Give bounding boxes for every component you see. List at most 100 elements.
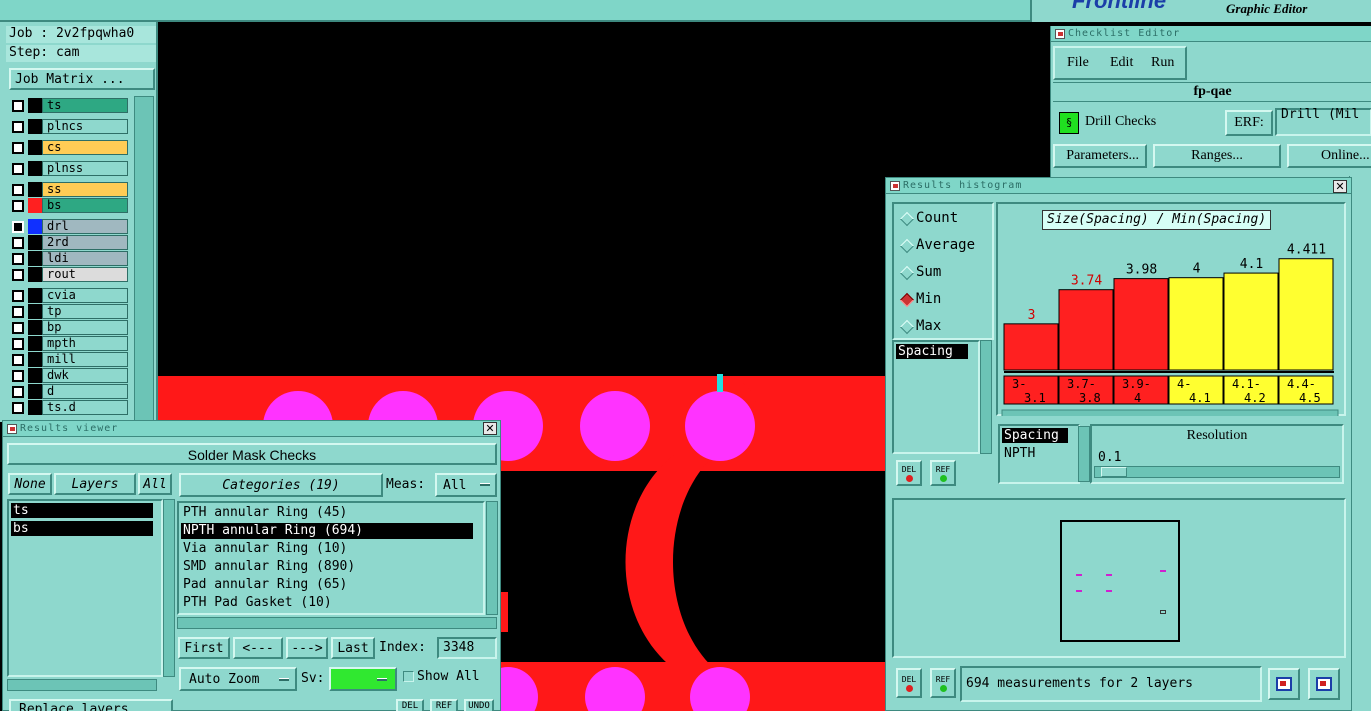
replace-layers-button[interactable]: Replace layers [9, 699, 173, 711]
layer-name[interactable]: d [42, 384, 128, 399]
window-menu-icon[interactable] [7, 423, 17, 434]
layer-color-swatch[interactable] [28, 336, 42, 351]
layer-checkbox[interactable] [12, 290, 24, 302]
layer-name[interactable]: ldi [42, 251, 128, 266]
category-item[interactable]: Pad annular Ring (65) [181, 577, 473, 593]
layer-color-swatch[interactable] [28, 161, 42, 176]
menu-run[interactable]: Run [1151, 55, 1174, 71]
layer-color-swatch[interactable] [28, 251, 42, 266]
layer-checkbox[interactable] [12, 402, 24, 414]
layer-color-swatch[interactable] [28, 320, 42, 335]
erf-button[interactable]: ERF: [1225, 110, 1273, 136]
layer-checkbox[interactable] [12, 370, 24, 382]
layer-color-swatch[interactable] [28, 182, 42, 197]
layer-color-swatch[interactable] [28, 352, 42, 367]
category-item[interactable]: Via annular Ring (10) [181, 541, 473, 557]
layer-color-swatch[interactable] [28, 384, 42, 399]
layer-color-swatch[interactable] [28, 400, 42, 415]
layer-name[interactable]: ts [42, 98, 128, 113]
layer-result-list[interactable]: ts bs [7, 499, 163, 677]
layer-name[interactable]: drl [42, 219, 128, 234]
menu-edit[interactable]: Edit [1110, 55, 1133, 71]
window-menu-icon[interactable] [1055, 28, 1065, 39]
sv-color-select[interactable] [329, 667, 397, 691]
category-hscrollbar[interactable] [177, 617, 497, 629]
attribute-scrollbar[interactable] [1078, 426, 1090, 482]
all-layers-button[interactable]: All [138, 473, 172, 495]
slider-thumb[interactable] [1101, 467, 1127, 477]
layers-button[interactable]: Layers [54, 473, 136, 495]
mode-radio[interactable] [899, 238, 915, 254]
layer-name[interactable]: dwk [42, 368, 128, 383]
auto-zoom-select[interactable]: Auto Zoom [179, 667, 297, 691]
list-item[interactable]: Spacing [896, 344, 968, 359]
mode-radio[interactable] [899, 211, 915, 227]
layer-name[interactable]: tp [42, 304, 128, 319]
layer-checkbox[interactable] [12, 386, 24, 398]
layer-name[interactable]: mpth [42, 336, 128, 351]
layer-checkbox[interactable] [12, 221, 24, 233]
measure-list[interactable]: Spacing [892, 340, 980, 454]
layer-checkbox[interactable] [12, 253, 24, 265]
layer-checkbox[interactable] [12, 200, 24, 212]
layer-color-swatch[interactable] [28, 368, 42, 383]
layer-name[interactable]: ts.d [42, 400, 128, 415]
list-item[interactable]: NPTH [1004, 446, 1035, 461]
hist-del-button[interactable]: DEL [896, 460, 922, 486]
menu-file[interactable]: File [1067, 55, 1089, 71]
layer-checkbox[interactable] [12, 163, 24, 175]
category-item[interactable]: NPTH annular Ring (694) [181, 523, 473, 539]
layer-name[interactable]: plnss [42, 161, 128, 176]
list-item[interactable]: ts [11, 503, 153, 518]
ranges-button[interactable]: Ranges... [1153, 144, 1281, 168]
hist-ref-button[interactable]: REF [930, 460, 956, 486]
first-button[interactable]: First [178, 637, 230, 659]
layer-name[interactable]: 2rd [42, 235, 128, 250]
layer-checkbox[interactable] [12, 237, 24, 249]
ref-button[interactable]: REF [430, 699, 458, 711]
attribute-list[interactable]: Spacing NPTH [998, 424, 1080, 484]
category-item[interactable]: PTH Pad Gasket (10) [181, 595, 473, 611]
layer-color-swatch[interactable] [28, 288, 42, 303]
layer-checkbox[interactable] [12, 322, 24, 334]
mode-radio[interactable] [899, 265, 915, 281]
undo-button[interactable]: UNDO [464, 699, 494, 711]
layer-name[interactable]: rout [42, 267, 128, 282]
layer-checkbox[interactable] [12, 338, 24, 350]
layer-color-swatch[interactable] [28, 198, 42, 213]
list-item[interactable]: bs [11, 521, 153, 536]
layer-color-swatch[interactable] [28, 304, 42, 319]
layer-color-swatch[interactable] [28, 119, 42, 134]
hist-del2-button[interactable]: DEL [896, 668, 922, 698]
measure-list-scrollbar[interactable] [980, 340, 992, 454]
zoom-window-icon[interactable] [1308, 668, 1340, 700]
last-button[interactable]: Last [331, 637, 375, 659]
layer-color-swatch[interactable] [28, 98, 42, 113]
layer-name[interactable]: cs [42, 140, 128, 155]
layer-name[interactable]: mill [42, 352, 128, 367]
list-item[interactable]: Spacing [1002, 428, 1068, 443]
mode-radio[interactable] [899, 319, 915, 335]
layer-name[interactable]: plncs [42, 119, 128, 134]
results-viewer-titlebar[interactable]: Results viewer [3, 421, 500, 437]
next-button[interactable]: ---> [286, 637, 328, 659]
erf-field[interactable]: Drill (Mil [1275, 108, 1371, 136]
layer-name[interactable]: cvia [42, 288, 128, 303]
mode-radio[interactable] [899, 292, 915, 308]
resolution-slider[interactable] [1094, 466, 1340, 478]
checklist-editor-titlebar[interactable]: Checklist Editor [1051, 26, 1371, 42]
category-item[interactable]: PTH annular Ring (45) [181, 505, 473, 521]
category-item[interactable]: SMD annular Ring (890) [181, 559, 473, 575]
hist-ref2-button[interactable]: REF [930, 668, 956, 698]
category-scrollbar[interactable] [486, 501, 498, 615]
layer-checkbox[interactable] [12, 121, 24, 133]
layer-name[interactable]: bp [42, 320, 128, 335]
layer-color-swatch[interactable] [28, 235, 42, 250]
layer-checkbox[interactable] [12, 354, 24, 366]
parameters-button[interactable]: Parameters... [1053, 144, 1147, 168]
del-button[interactable]: DEL [396, 699, 424, 711]
none-button[interactable]: None [8, 473, 52, 495]
layer-color-swatch[interactable] [28, 140, 42, 155]
layer-result-scrollbar[interactable] [163, 499, 175, 677]
online-button[interactable]: Online... [1287, 144, 1371, 168]
